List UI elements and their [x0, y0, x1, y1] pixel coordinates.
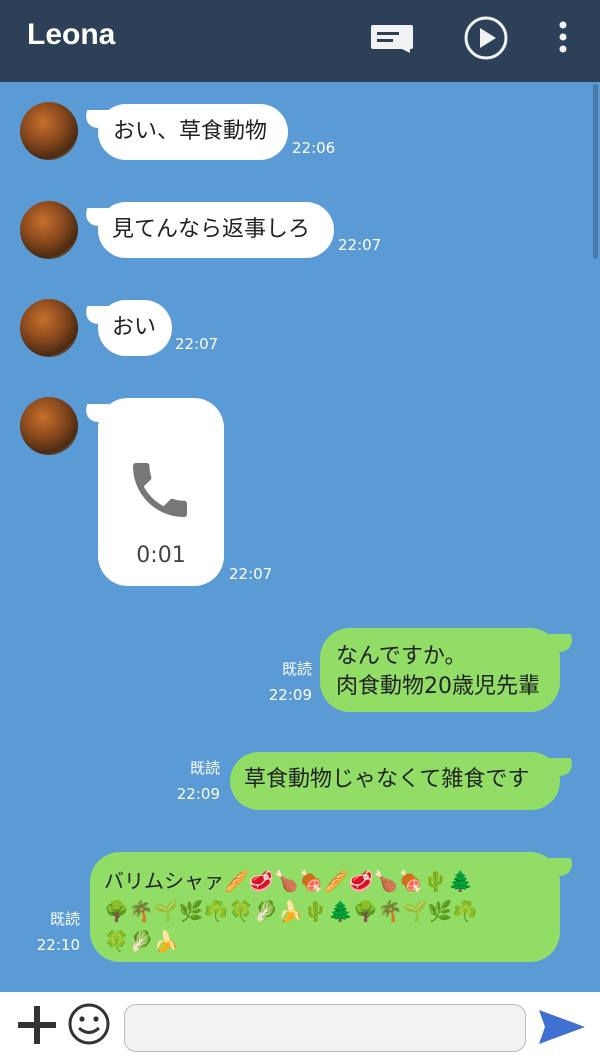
- message-time: 22:09: [268, 686, 312, 704]
- avatar[interactable]: [20, 299, 78, 357]
- message-text-line: バリムシャァ🥖🥩🍗🍖🥖🥩🍗🍖🌵🌲: [104, 869, 474, 893]
- chat-header: Leona: [0, 0, 600, 82]
- read-label: 既読: [281, 660, 312, 678]
- message-bubble-incoming[interactable]: 見てんなら返事しろ: [98, 202, 334, 258]
- read-status: 既読 22:09: [262, 656, 312, 708]
- message-time: 22:09: [176, 785, 220, 803]
- compose-bar: [0, 992, 600, 1062]
- chat-title: Leona: [27, 18, 116, 51]
- call-duration: 0:01: [136, 543, 186, 568]
- phone-icon: [133, 463, 187, 517]
- play-icon[interactable]: [463, 15, 509, 61]
- message-text: 草食動物じゃなくて雑食です: [244, 767, 530, 792]
- message-text-line: なんですか。: [336, 644, 467, 669]
- message-time: 22:07: [175, 335, 219, 353]
- emoji-icon[interactable]: [67, 1002, 111, 1046]
- notes-icon[interactable]: [370, 23, 414, 53]
- plus-icon[interactable]: [14, 1002, 60, 1048]
- message-bubble-outgoing[interactable]: 草食動物じゃなくて雑食です: [230, 752, 560, 810]
- avatar[interactable]: [20, 102, 78, 160]
- message-bubble-outgoing[interactable]: バリムシャァ🥖🥩🍗🍖🥖🥩🍗🍖🌵🌲 🌳🌴🌱🌿☘️🍀🥬🍌🌵🌲🌳🌴🌱🌿☘️ 🍀🥬🍌: [90, 852, 560, 962]
- message-time: 22:07: [338, 236, 382, 254]
- message-time: 22:10: [36, 936, 80, 954]
- read-status: 既読 22:10: [30, 906, 80, 958]
- message-text: おい: [112, 315, 157, 340]
- avatar[interactable]: [20, 201, 78, 259]
- message-text-line: 🌳🌴🌱🌿☘️🍀🥬🍌🌵🌲🌳🌴🌱🌿☘️: [104, 899, 478, 923]
- message-time: 22:07: [229, 565, 273, 583]
- read-status: 既読 22:09: [170, 755, 220, 807]
- message-bubble-incoming[interactable]: おい: [98, 300, 172, 356]
- chat-scrollbar[interactable]: [593, 84, 598, 259]
- read-label: 既読: [49, 910, 80, 928]
- send-icon[interactable]: [537, 1006, 587, 1048]
- call-message-bubble[interactable]: 0:01: [98, 398, 224, 586]
- message-text-line: 肉食動物20歳児先輩: [336, 674, 540, 699]
- avatar[interactable]: [20, 397, 78, 455]
- message-text: おい、草食動物: [113, 119, 268, 144]
- more-vertical-icon[interactable]: [553, 20, 573, 56]
- message-text: 見てんなら返事しろ: [112, 217, 311, 242]
- message-time: 22:06: [292, 139, 336, 157]
- message-text-line: 🍀🥬🍌: [104, 929, 179, 953]
- message-input[interactable]: [124, 1004, 526, 1052]
- message-bubble-outgoing[interactable]: なんですか。 肉食動物20歳児先輩: [320, 628, 560, 712]
- message-bubble-incoming[interactable]: おい、草食動物: [98, 104, 288, 160]
- read-label: 既読: [189, 759, 220, 777]
